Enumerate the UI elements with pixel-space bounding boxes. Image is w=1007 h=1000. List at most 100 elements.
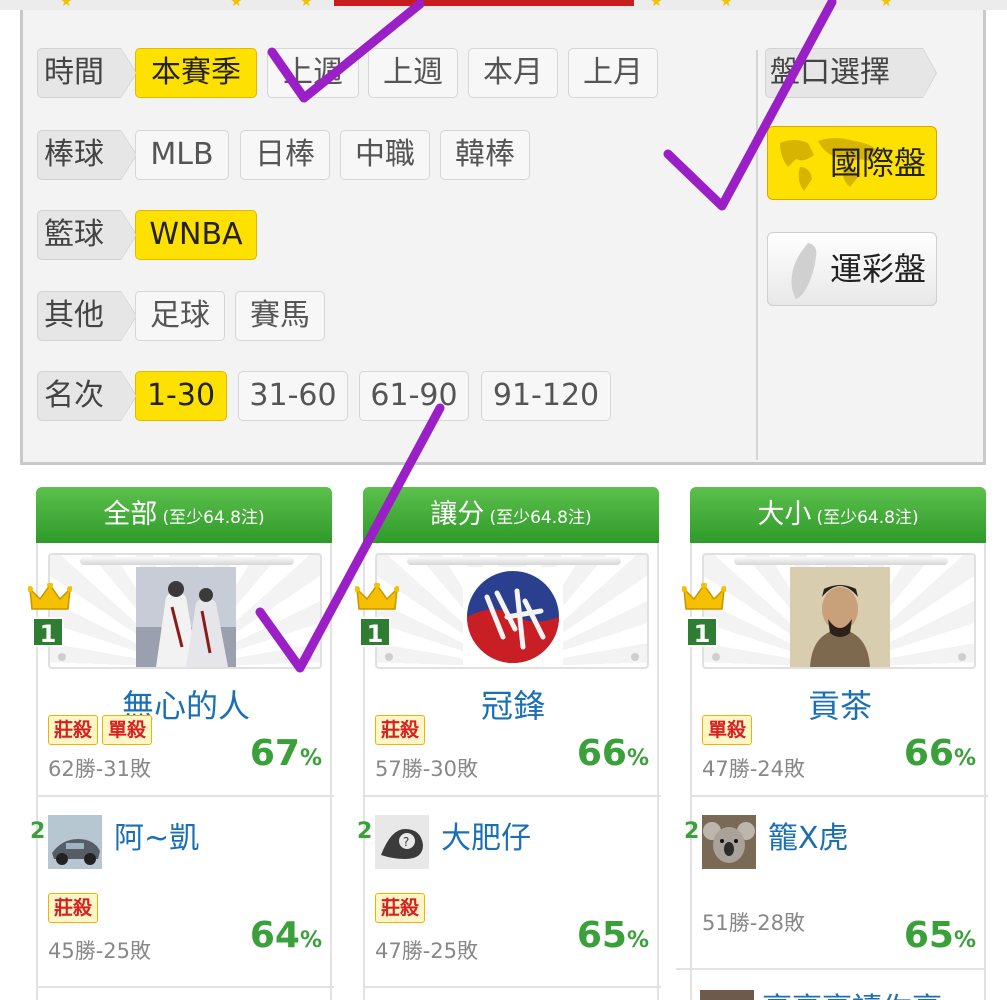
badge: 莊殺 — [48, 893, 99, 923]
card-dot — [58, 653, 66, 661]
win-percentage: 66% — [577, 733, 649, 774]
win-loss-record: 47勝-24敗 — [702, 757, 806, 781]
next-ranking-row[interactable]: 豪豪豪讀你豪 — [676, 968, 986, 1000]
badge: 莊殺 — [375, 715, 426, 745]
win-percentage-value: 66 — [903, 733, 954, 774]
ranking-column-over-under: 大小 (至少64.8注) 1 貢茶 單殺 47勝-24敗 66% 2 籠X虎 5… — [682, 487, 988, 1000]
crown-icon — [355, 583, 399, 610]
filter-time-option-2[interactable]: 上週 — [267, 48, 359, 98]
badge: 單殺 — [702, 715, 753, 745]
percent-sign: % — [299, 928, 322, 953]
rank-number: 2 — [357, 819, 373, 844]
ranking-column-spread: 讓分 (至少64.8注) 1 冠鋒 莊殺 57勝-30敗 66% 2 ? 大肥仔… — [355, 487, 661, 1000]
filter-baseball-cpbl[interactable]: 中職 — [340, 130, 430, 180]
badge-group: 單殺 — [702, 715, 756, 745]
column-subtitle: (至少64.8注) — [816, 508, 919, 528]
column-body: 1 冠鋒 莊殺 57勝-30敗 66% 2 ? 大肥仔 莊殺 47勝-25敗 6… — [355, 543, 661, 1000]
win-loss-record: 51勝-28敗 — [702, 911, 806, 935]
win-percentage: 65% — [577, 915, 649, 956]
avatar[interactable] — [136, 567, 236, 667]
card-dot — [304, 653, 312, 661]
divider — [38, 795, 334, 797]
column-header[interactable]: 讓分 (至少64.8注) — [363, 487, 659, 543]
rank-number: 2 — [684, 819, 700, 844]
win-percentage: 64% — [250, 915, 322, 956]
column-body: 1 貢茶 單殺 47勝-24敗 66% 2 籠X虎 51勝-28敗 65% — [682, 543, 988, 1000]
rank-number: 1 — [32, 617, 64, 648]
star-icon: ★ — [230, 0, 243, 10]
card-bottom-edge — [38, 986, 334, 1000]
market-lottery-button[interactable]: 運彩盤 — [767, 232, 937, 306]
filter-rank-1-30[interactable]: 1-30 — [135, 371, 227, 421]
top-rank-card[interactable] — [375, 553, 649, 669]
avatar[interactable] — [48, 815, 102, 869]
market-lottery-label: 運彩盤 — [829, 250, 926, 288]
filter-other-horse-racing[interactable]: 賽馬 — [235, 291, 325, 341]
win-loss-record: 47勝-25敗 — [375, 939, 479, 963]
top-banner-strip: ★ ★ ★ ★ ★ ★ — [0, 0, 1007, 10]
column-header[interactable]: 大小 (至少64.8注) — [690, 487, 986, 543]
filter-label-rank: 名次 — [37, 371, 137, 421]
card-bottom-edge — [365, 986, 661, 1000]
star-icon: ★ — [720, 0, 733, 10]
star-icon: ★ — [60, 0, 73, 10]
svg-text:?: ? — [403, 835, 409, 849]
star-icon: ★ — [650, 0, 663, 10]
player-name[interactable]: 大肥仔 — [441, 813, 531, 857]
win-percentage: 66% — [904, 733, 976, 774]
filter-time-season[interactable]: 本賽季 — [135, 48, 257, 98]
percent-sign: % — [299, 746, 322, 771]
filter-label-other: 其他 — [37, 291, 137, 341]
filter-label-time: 時間 — [37, 48, 137, 98]
badge-group: 莊殺 — [375, 893, 429, 923]
filter-baseball-mlb[interactable]: MLB — [135, 130, 229, 180]
column-subtitle: (至少64.8注) — [162, 508, 265, 528]
filter-time-this-month[interactable]: 本月 — [468, 48, 558, 98]
player-name[interactable]: 籠X虎 — [768, 813, 849, 857]
filter-time-last-month[interactable]: 上月 — [568, 48, 658, 98]
win-percentage-value: 67 — [249, 733, 300, 774]
card-shelf — [734, 557, 948, 565]
percent-sign: % — [626, 928, 649, 953]
column-subtitle: (至少64.8注) — [489, 508, 592, 528]
player-name[interactable]: 豪豪豪讀你豪 — [762, 984, 942, 1000]
filter-other-soccer[interactable]: 足球 — [135, 291, 225, 341]
filter-rank-61-90[interactable]: 61-90 — [359, 371, 469, 421]
screen: ★ ★ ★ ★ ★ ★ 時間 本賽季 上週 上週 本月 上月 棒球 MLB 日棒… — [0, 0, 1007, 1000]
filter-basketball-wnba[interactable]: WNBA — [135, 210, 257, 260]
badge: 莊殺 — [48, 715, 99, 745]
rank-number: 1 — [686, 617, 718, 648]
banner-tab — [334, 0, 634, 6]
percent-sign: % — [953, 928, 976, 953]
avatar[interactable] — [702, 815, 756, 869]
win-percentage-value: 65 — [576, 915, 627, 956]
filter-rank-91-120[interactable]: 91-120 — [481, 371, 611, 421]
top-rank-card[interactable] — [48, 553, 322, 669]
top-rank-card[interactable] — [702, 553, 976, 669]
win-loss-record: 62勝-31敗 — [48, 757, 152, 781]
avatar[interactable] — [463, 567, 563, 667]
avatar[interactable] — [790, 567, 890, 667]
badge-group: 莊殺 — [48, 893, 102, 923]
market-select-label: 盤口選擇 — [765, 48, 937, 98]
column-title: 讓分 — [430, 499, 485, 530]
filter-rank-31-60[interactable]: 31-60 — [238, 371, 348, 421]
filter-baseball-kbo[interactable]: 韓棒 — [440, 130, 530, 180]
card-dot — [958, 653, 966, 661]
badge-group: 莊殺 — [375, 715, 429, 745]
filter-time-last-week[interactable]: 上週 — [368, 48, 458, 98]
avatar[interactable]: ? — [375, 815, 429, 869]
card-shelf — [80, 557, 294, 565]
column-header[interactable]: 全部 (至少64.8注) — [36, 487, 332, 543]
market-international-button[interactable]: 國際盤 — [767, 126, 937, 200]
filter-baseball-npb[interactable]: 日棒 — [240, 130, 330, 180]
win-percentage: 67% — [250, 733, 322, 774]
market-international-label: 國際盤 — [829, 144, 926, 182]
crown-icon — [682, 583, 726, 610]
card-shelf — [407, 557, 621, 565]
crown-icon — [28, 583, 72, 610]
taiwan-map-icon — [791, 243, 817, 299]
card-dot — [631, 653, 639, 661]
avatar[interactable] — [700, 990, 754, 1000]
player-name[interactable]: 阿~凱 — [114, 813, 199, 857]
